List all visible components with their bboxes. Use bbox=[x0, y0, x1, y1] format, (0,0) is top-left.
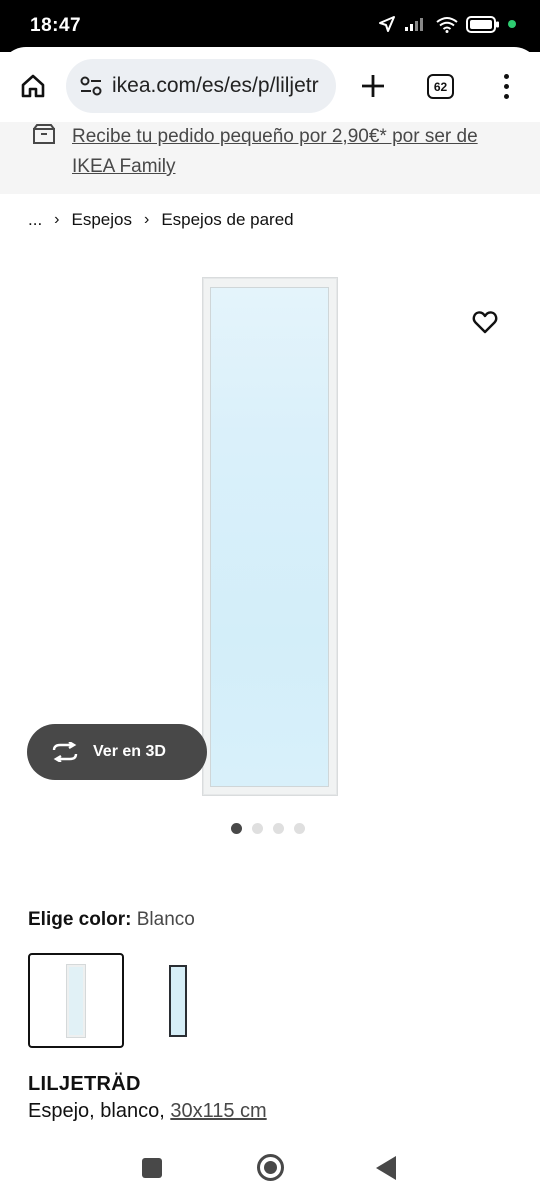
tab-count: 62 bbox=[433, 79, 448, 94]
delivery-box-icon bbox=[33, 124, 55, 144]
address-bar[interactable]: ikea.com/es/es/p/liljetr bbox=[66, 59, 336, 113]
system-home-button[interactable] bbox=[257, 1154, 284, 1181]
more-vert-icon bbox=[503, 73, 509, 79]
color-selector-label: Elige color: Blanco bbox=[28, 909, 195, 931]
status-time: 18:47 bbox=[30, 15, 82, 36]
product-description-text: Espejo, blanco, bbox=[28, 1100, 165, 1122]
rotate-3d-icon bbox=[52, 742, 78, 762]
promo-link[interactable]: Recibe tu pedido pequeño por 2,90€* por … bbox=[72, 122, 522, 182]
wifi-icon bbox=[436, 16, 458, 33]
plus-icon bbox=[362, 75, 384, 97]
heart-icon bbox=[472, 311, 498, 334]
product-size-link[interactable]: 30x115 cm bbox=[170, 1100, 266, 1122]
product-image[interactable] bbox=[202, 277, 338, 796]
carousel-dot[interactable] bbox=[273, 823, 284, 834]
view-in-3d-button[interactable]: Ver en 3D bbox=[27, 724, 207, 780]
home-icon bbox=[21, 74, 45, 98]
swatch-thumbnail bbox=[169, 964, 187, 1037]
more-menu-button[interactable] bbox=[494, 69, 518, 103]
system-nav-bar bbox=[0, 1135, 540, 1200]
carousel-dots bbox=[231, 823, 305, 834]
privacy-indicator-dot bbox=[508, 20, 516, 28]
battery-icon bbox=[466, 15, 499, 33]
swatch-thumbnail bbox=[66, 963, 86, 1038]
product-name: LILJETRÄD bbox=[28, 1073, 141, 1095]
status-icons bbox=[378, 15, 516, 33]
favorite-button[interactable] bbox=[470, 308, 500, 336]
color-swatch-black[interactable] bbox=[130, 953, 226, 1048]
location-arrow-icon bbox=[379, 16, 395, 32]
recents-button[interactable] bbox=[142, 1158, 162, 1178]
mirror-glass bbox=[210, 287, 329, 787]
new-tab-button[interactable] bbox=[356, 69, 390, 103]
chevron-right-icon: › bbox=[54, 211, 60, 228]
color-selected-value: Blanco bbox=[136, 909, 195, 930]
signal-icon bbox=[405, 18, 423, 31]
carousel-dot[interactable] bbox=[252, 823, 263, 834]
tab-switcher-button[interactable]: 62 bbox=[427, 74, 454, 99]
carousel-dot[interactable] bbox=[294, 823, 305, 834]
view-in-3d-label: Ver en 3D bbox=[93, 743, 166, 760]
color-swatch-white[interactable] bbox=[28, 953, 124, 1048]
url-text[interactable]: ikea.com/es/es/p/liljetr bbox=[112, 74, 319, 98]
breadcrumb-item-espejos[interactable]: Espejos bbox=[72, 210, 132, 230]
site-settings-icon[interactable] bbox=[78, 73, 104, 99]
carousel-dot[interactable] bbox=[231, 823, 242, 834]
color-label-title: Elige color: bbox=[28, 909, 132, 930]
home-button[interactable] bbox=[16, 69, 50, 103]
back-button[interactable] bbox=[376, 1156, 396, 1180]
chevron-right-icon: › bbox=[143, 211, 150, 228]
breadcrumb-item-espejos-de-pared[interactable]: Espejos de pared bbox=[161, 210, 293, 230]
breadcrumb: ... › Espejos › Espejos de pared bbox=[28, 210, 294, 230]
status-bar: 18:47 bbox=[0, 0, 540, 52]
browser-toolbar: ikea.com/es/es/p/liljetr 62 bbox=[0, 47, 540, 129]
breadcrumb-ellipsis[interactable]: ... bbox=[28, 210, 42, 230]
product-description: Espejo, blanco, 30x115 cm bbox=[28, 1100, 267, 1123]
promo-banner[interactable]: Recibe tu pedido pequeño por 2,90€* por … bbox=[0, 122, 540, 194]
